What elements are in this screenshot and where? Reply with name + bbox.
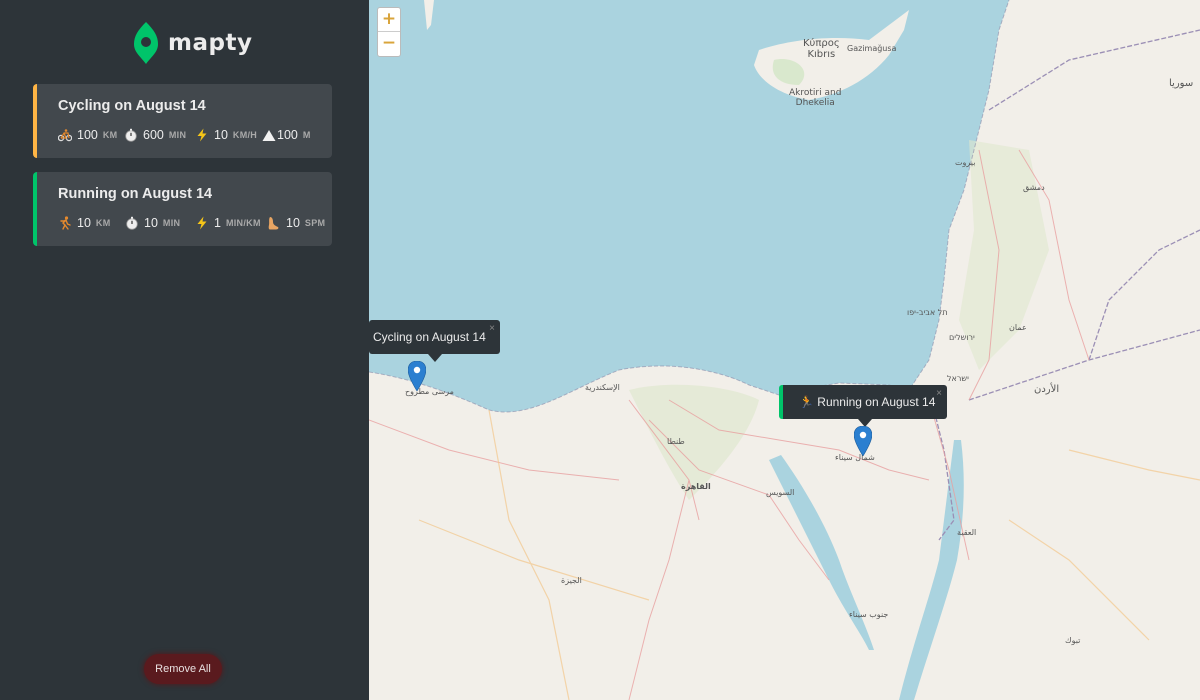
detail-value: 10	[144, 216, 158, 230]
map-label-cairo: القاهرة	[681, 482, 711, 491]
detail-unit: MIN	[168, 130, 187, 140]
map-label-sinai-south: جنوب سيناء	[849, 610, 889, 619]
detail-unit: SPM	[304, 218, 326, 228]
map-label-giza: الجيزة	[561, 576, 582, 585]
workout-details: 10 KM 10 MIN 1 MIN/KM 10 SPM	[58, 216, 332, 230]
map-label-tanta: طنطا	[667, 437, 685, 446]
workout-title: Running on August 14	[58, 186, 213, 202]
popup-running-text: 🏃 Running on August 14	[799, 395, 936, 409]
map-label-amman: عمان	[1009, 323, 1027, 332]
sidebar: mapty Cycling on August 14 100 KM 600 MI…	[0, 0, 369, 700]
app-name: mapty	[168, 30, 253, 56]
workout-detail-distance: 100 KM	[57, 128, 124, 142]
popup-close-icon[interactable]: ×	[489, 323, 495, 334]
workout-detail-duration: 10 MIN	[125, 216, 195, 230]
detail-unit: KM/H	[232, 130, 258, 140]
app: mapty Cycling on August 14 100 KM 600 MI…	[0, 0, 1200, 700]
map-label-suez: السويس	[766, 488, 795, 497]
map-marker-icon[interactable]	[854, 426, 872, 456]
detail-unit: M	[302, 130, 311, 140]
workout-details: 100 KM 600 MIN 10 KM/H 100 M	[57, 128, 332, 142]
map-label-cyprus: Κύπρος Kıbrıs	[803, 38, 840, 60]
workout-detail-duration: 600 MIN	[124, 128, 195, 142]
detail-unit: MIN/KM	[225, 218, 261, 228]
detail-value: 100	[277, 128, 298, 142]
workout-title: Cycling on August 14	[58, 98, 206, 114]
zoom-in-button[interactable]: +	[378, 8, 400, 32]
workout-detail-elevation: 100 M	[262, 128, 311, 142]
detail-unit: KM	[95, 218, 111, 228]
map-label-beirut: بيروت	[955, 158, 976, 167]
stopwatch-icon	[125, 216, 139, 230]
popup-cycling-text: Cycling on August 14	[373, 330, 486, 344]
map-label-alexandria: الإسكندرية	[585, 383, 620, 392]
map-label-tel-aviv: תל אביב-יפו	[907, 308, 948, 317]
workout-item-running[interactable]: Running on August 14 10 KM 10 MIN 1 MIN/…	[33, 172, 332, 246]
detail-value: 600	[143, 128, 164, 142]
zoom-control: + −	[377, 7, 401, 57]
lightning-icon	[195, 128, 209, 142]
map-label-jerusalem: ירושלים	[949, 333, 975, 342]
map-label-gazimagusa: Gazimağusa	[847, 44, 897, 53]
detail-value: 100	[77, 128, 98, 142]
workout-detail-speed: 10 KM/H	[195, 128, 262, 142]
map-label-tabuk: تبوك	[1065, 636, 1081, 645]
workout-detail-distance: 10 KM	[58, 216, 125, 230]
detail-value: 10	[77, 216, 91, 230]
map-label-israel: ישראל	[947, 374, 969, 383]
workout-list: Cycling on August 14 100 KM 600 MIN 10 K…	[33, 84, 332, 260]
runner-icon	[58, 216, 72, 230]
detail-unit: KM	[102, 130, 118, 140]
map-label-aqaba: العقبة	[957, 528, 977, 537]
footprint-icon	[267, 216, 281, 230]
lightning-icon	[195, 216, 209, 230]
map-marker-icon[interactable]	[408, 361, 426, 391]
bicycle-icon	[57, 128, 73, 142]
popup-cycling: Cycling on August 14 ×	[369, 320, 500, 362]
remove-all-button[interactable]: Remove All	[144, 654, 222, 684]
detail-value: 10	[214, 128, 228, 142]
stopwatch-icon	[124, 128, 138, 142]
logo: mapty	[134, 22, 252, 64]
detail-value: 10	[286, 216, 300, 230]
mountain-icon	[262, 128, 276, 142]
map-label-syria: سوريا	[1169, 78, 1194, 89]
workout-item-cycling[interactable]: Cycling on August 14 100 KM 600 MIN 10 K…	[33, 84, 332, 158]
map-pin-logo-icon	[134, 22, 158, 64]
detail-unit: MIN	[162, 218, 181, 228]
popup-running: 🏃 Running on August 14 ×	[779, 385, 947, 427]
workout-detail-cadence: 10 SPM	[267, 216, 325, 230]
map-label-damascus: دمشق	[1023, 183, 1045, 192]
detail-value: 1	[214, 216, 221, 230]
map[interactable]: Κύπρος Kıbrıs Gazimağusa Akrotiri and Dh…	[369, 0, 1200, 700]
workout-detail-pace: 1 MIN/KM	[195, 216, 267, 230]
map-label-akrotiri: Akrotiri and Dhekelia	[789, 88, 842, 108]
zoom-out-button[interactable]: −	[378, 32, 400, 56]
map-label-jordan: الأردن	[1034, 384, 1060, 395]
popup-close-icon[interactable]: ×	[936, 388, 942, 399]
